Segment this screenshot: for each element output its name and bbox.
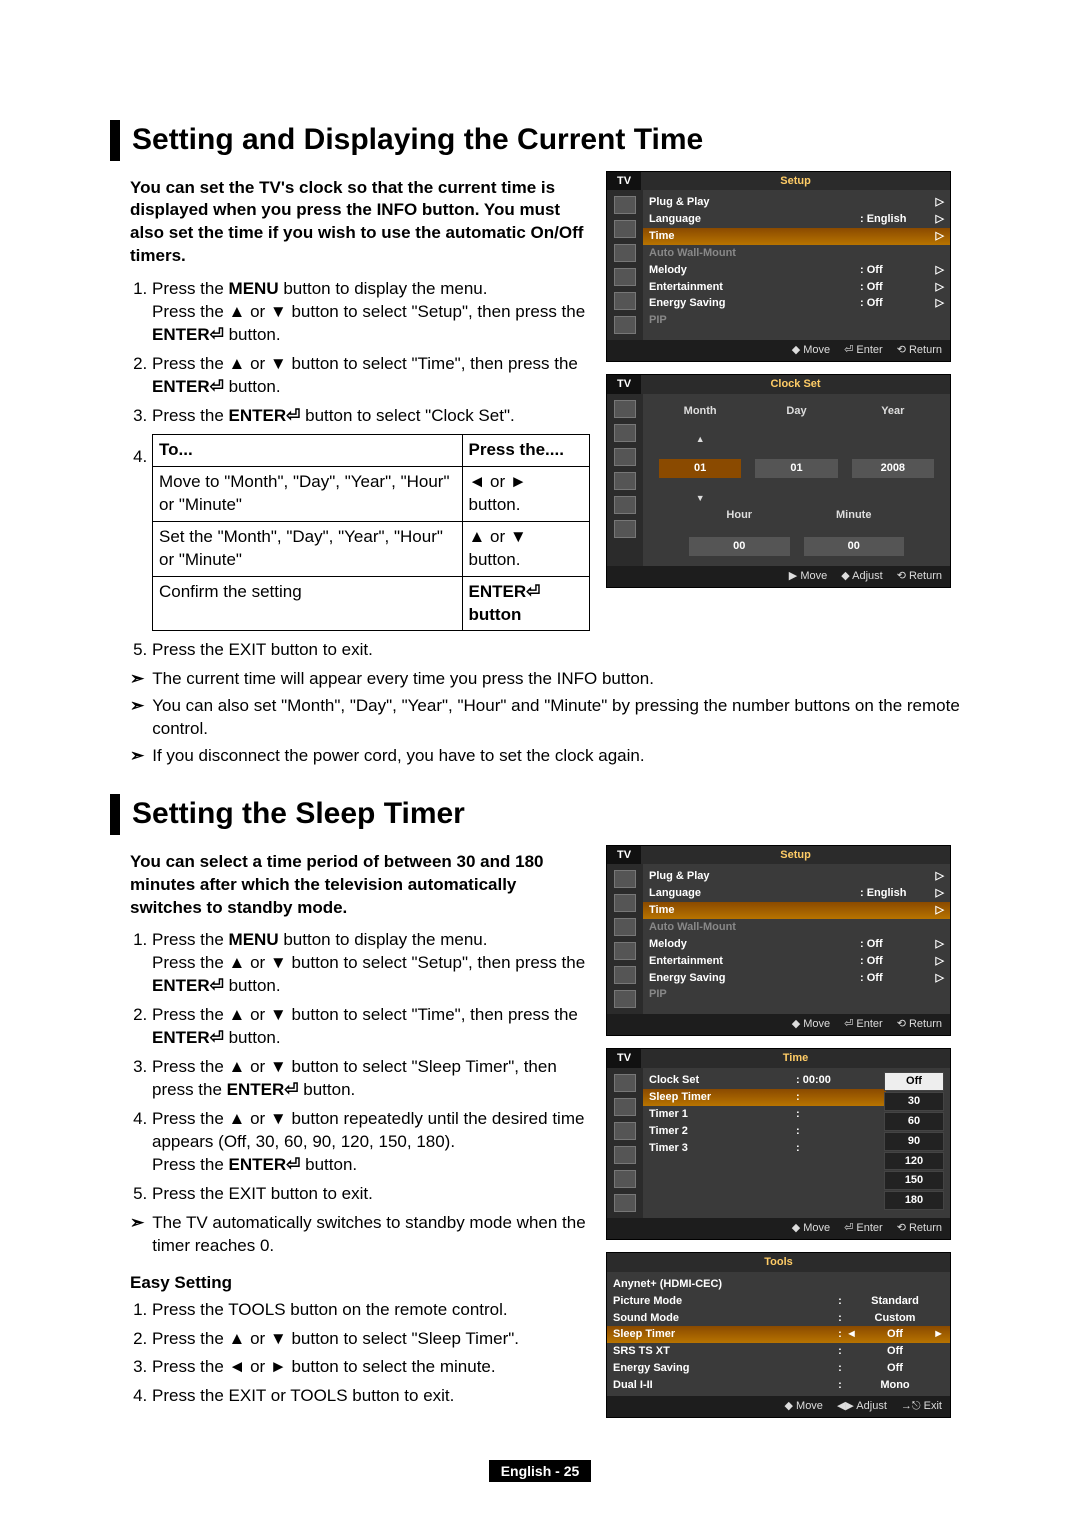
intro-time: You can set the TV's clock so that the c…	[130, 177, 590, 269]
action-table: To...Press the.... Move to "Month", "Day…	[152, 434, 590, 632]
osd-setup-menu: Plug & Play▷Language: English▷Time▷Auto …	[643, 190, 950, 340]
osd-clockset: TVClock Set Month Day Year ▲ 01 01 2008 …	[606, 374, 951, 587]
easy-steps: Press the TOOLS button on the remote con…	[152, 1299, 590, 1409]
intro-sleep: You can select a time period of between …	[130, 851, 590, 920]
section-title-time: Setting and Displaying the Current Time	[110, 120, 970, 161]
osd-setup-1: TVSetup Plug & Play▷Language: English▷Ti…	[606, 171, 951, 363]
osd-time: TVTime Clock Set: 00:00Sleep Timer:Timer…	[606, 1048, 951, 1240]
osd-setup-2: TVSetup Plug & Play▷Language: English▷Ti…	[606, 845, 951, 1037]
sleep-timer-dropdown: Off306090120150180	[884, 1072, 944, 1216]
osd-tools: Tools Anynet+ (HDMI-CEC)Picture Mode:Sta…	[606, 1252, 951, 1418]
steps-time: Press the MENU button to display the men…	[152, 278, 590, 631]
steps-sleep: Press the MENU button to display the men…	[152, 929, 590, 1205]
section-title-sleep: Setting the Sleep Timer	[110, 794, 970, 835]
easy-setting-head: Easy Setting	[130, 1272, 590, 1295]
page-footer: English - 25	[110, 1460, 970, 1483]
